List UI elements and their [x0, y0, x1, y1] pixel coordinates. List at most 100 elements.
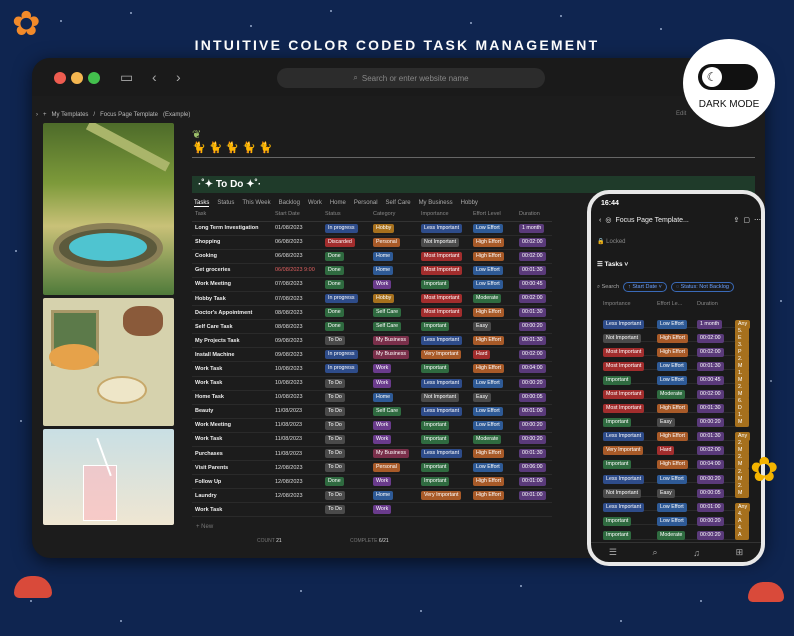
start-date-filter[interactable]: ↑ Start Date ˅ — [623, 282, 667, 292]
table-row[interactable]: My Projects Task 09/08/2023 To Do My Busine… — [192, 333, 552, 349]
date-text: 08/08/2023 — [275, 323, 303, 330]
cell-duration: 00:06:00 — [516, 460, 552, 476]
table-row[interactable]: Home Task 10/08/2023 To Do Home Not Importan… — [192, 390, 552, 405]
column-header[interactable]: Effort Level — [470, 208, 516, 222]
phone-column-header[interactable]: Importance — [603, 301, 657, 307]
task-text: Work Meeting — [195, 422, 231, 429]
comment-icon[interactable]: ▢ — [743, 216, 750, 224]
table-row[interactable]: Beauty 11/08/2023 To Do Self Care Less Impor… — [192, 404, 552, 419]
tab-hobby[interactable]: Hobby — [461, 200, 478, 206]
table-row[interactable]: Work Task 10/08/2023 To Do Work Less Importa… — [192, 376, 552, 391]
table-row[interactable]: Self Care Task 08/08/2023 Done Self Care Imp… — [192, 319, 552, 335]
breadcrumb-focus-page[interactable]: Focus Page Template — [100, 112, 158, 118]
column-header[interactable]: Importance — [418, 208, 470, 222]
phone-time: 16:44 — [601, 200, 619, 207]
breadcrumb-my-templates[interactable]: My Templates — [52, 112, 89, 118]
url-bar[interactable]: ⌕ Search or enter website name — [277, 68, 545, 88]
phone-column-header[interactable]: Effort Le... — [657, 301, 697, 307]
forward-icon[interactable]: › — [176, 69, 181, 85]
back-icon[interactable]: ‹ — [152, 69, 157, 85]
minimize-button[interactable] — [71, 72, 83, 84]
phone-table: Less Important Low Effort 1 month Any Not Im… — [603, 314, 751, 540]
column-header[interactable]: Status — [322, 208, 370, 222]
cell-importance: Important — [418, 361, 470, 377]
tab-my-business[interactable]: My Business — [419, 200, 453, 206]
cell-date: 09/08/2023 — [272, 347, 322, 363]
column-header[interactable]: Task — [192, 208, 272, 222]
importance-pill: Less Important — [421, 406, 463, 416]
phone-view-tabs[interactable]: ☰ Tasks ˅ — [597, 260, 628, 268]
tab-tasks[interactable]: Tasks — [194, 200, 210, 207]
task-text: Laundry — [195, 492, 217, 499]
phone-row[interactable]: Important Moderate 00:00:20 4. A — [603, 523, 749, 540]
table-row[interactable]: Doctor's Appointment 08/08/2023 Done Self C… — [192, 305, 552, 321]
date-text: 06/08/2023 — [275, 239, 303, 246]
share-icon[interactable]: ⇪ — [734, 216, 740, 224]
maximize-button[interactable] — [88, 72, 100, 84]
table-row[interactable]: Hobby Task 07/08/2023 In progress Hobby Most… — [192, 291, 552, 307]
phone-pill: Important — [603, 530, 632, 540]
phone-title: Focus Page Template... — [615, 216, 689, 224]
breadcrumb-sep: / — [93, 112, 96, 118]
table-row[interactable]: Shopping 06/08/2023 Discarded Personal Not I… — [192, 235, 552, 250]
table-row[interactable]: Work Task To Do Work — [192, 502, 552, 518]
close-button[interactable] — [54, 72, 66, 84]
table-row[interactable]: Work Meeting 11/08/2023 To Do Work Important… — [192, 418, 552, 433]
cell-date: 11/08/2023 — [272, 404, 322, 419]
add-icon[interactable]: + — [43, 112, 47, 118]
expand-icon[interactable]: › — [36, 112, 38, 118]
phone-column-header[interactable]: Duration — [697, 301, 735, 307]
more-icon[interactable]: ⋯ — [754, 216, 761, 224]
table-row[interactable]: Work Task 10/08/2023 In progress Work Import… — [192, 361, 552, 377]
cell-date: 06/08/2023 — [272, 235, 322, 250]
tab-home[interactable]: Home — [330, 200, 346, 206]
orange-flower-decoration: ✿ — [12, 5, 41, 43]
tab-personal[interactable]: Personal — [354, 200, 378, 206]
cell-category: Work — [370, 432, 418, 448]
back-icon[interactable]: ‹ — [599, 217, 601, 224]
new-page-icon[interactable]: ⊞ — [736, 547, 744, 558]
table-row[interactable]: Get groceries 06/08/2023 9:00 Done Home Most… — [192, 263, 552, 278]
tab-backlog[interactable]: Backlog — [279, 200, 300, 206]
table-row[interactable]: Follow Up 12/08/2023 Done Work Important High… — [192, 474, 552, 490]
column-header[interactable]: Start Date — [272, 208, 322, 222]
status-filter[interactable]: ◌ Status: Not Backlog — [670, 282, 734, 292]
duration-pill: 00:04:00 — [519, 364, 546, 374]
task-text: Cooking — [195, 253, 217, 260]
tab-work[interactable]: Work — [308, 200, 322, 206]
status-pill: Done — [325, 322, 344, 332]
tab-status[interactable]: Status — [217, 200, 234, 206]
table-row[interactable]: Install Machine 09/08/2023 In progress My B… — [192, 347, 552, 363]
phone-search[interactable]: ⌕ Search — [597, 284, 619, 291]
category-pill: Hobby — [373, 223, 395, 233]
tab-self-care[interactable]: Self Care — [386, 200, 411, 206]
table-row[interactable]: Work Task 11/08/2023 To Do Work Important Mod… — [192, 432, 552, 448]
bell-icon[interactable]: ♫ — [693, 548, 700, 558]
table-row[interactable]: Visit Parents 12/08/2023 To Do Personal Impo… — [192, 460, 552, 476]
importance-pill: Important — [421, 477, 450, 487]
cell-status: In progress — [322, 221, 370, 236]
edit-label[interactable]: Edit — [676, 111, 686, 117]
star — [15, 250, 17, 252]
cell-effort: Easy — [470, 319, 516, 335]
search-icon[interactable]: ⌕ — [653, 547, 658, 558]
dark-mode-toggle[interactable]: ☾ — [698, 64, 758, 90]
new-row-button[interactable]: + New — [196, 524, 213, 530]
home-icon[interactable]: ☰ — [609, 547, 617, 558]
tab-this-week[interactable]: This Week — [242, 200, 270, 206]
task-text: Hobby Task — [195, 295, 226, 302]
table-row[interactable]: Work Meeting 07/08/2023 Done Work Important L… — [192, 277, 552, 292]
table-row[interactable]: Long Term Investigation 01/08/2023 In prog… — [192, 221, 552, 236]
cell-importance: Important — [418, 432, 470, 448]
date-text: 07/08/2023 — [275, 295, 303, 302]
cell-date: 09/08/2023 — [272, 333, 322, 349]
column-header[interactable]: Duration — [516, 208, 552, 222]
table-row[interactable]: Purchases 11/08/2023 To Do My Business Less … — [192, 446, 552, 462]
table-row[interactable]: Laundry 12/08/2023 To Do Home Very Important… — [192, 488, 552, 504]
duration-pill: 1 month — [519, 223, 545, 233]
cell-task: Install Machine — [192, 347, 272, 363]
sidebar-icon[interactable]: ▭ — [120, 69, 133, 86]
table-row[interactable]: Cooking 06/08/2023 Done Home Most Important H… — [192, 249, 552, 264]
column-header[interactable]: Category — [370, 208, 418, 222]
date-text: 11/08/2023 — [275, 450, 303, 457]
